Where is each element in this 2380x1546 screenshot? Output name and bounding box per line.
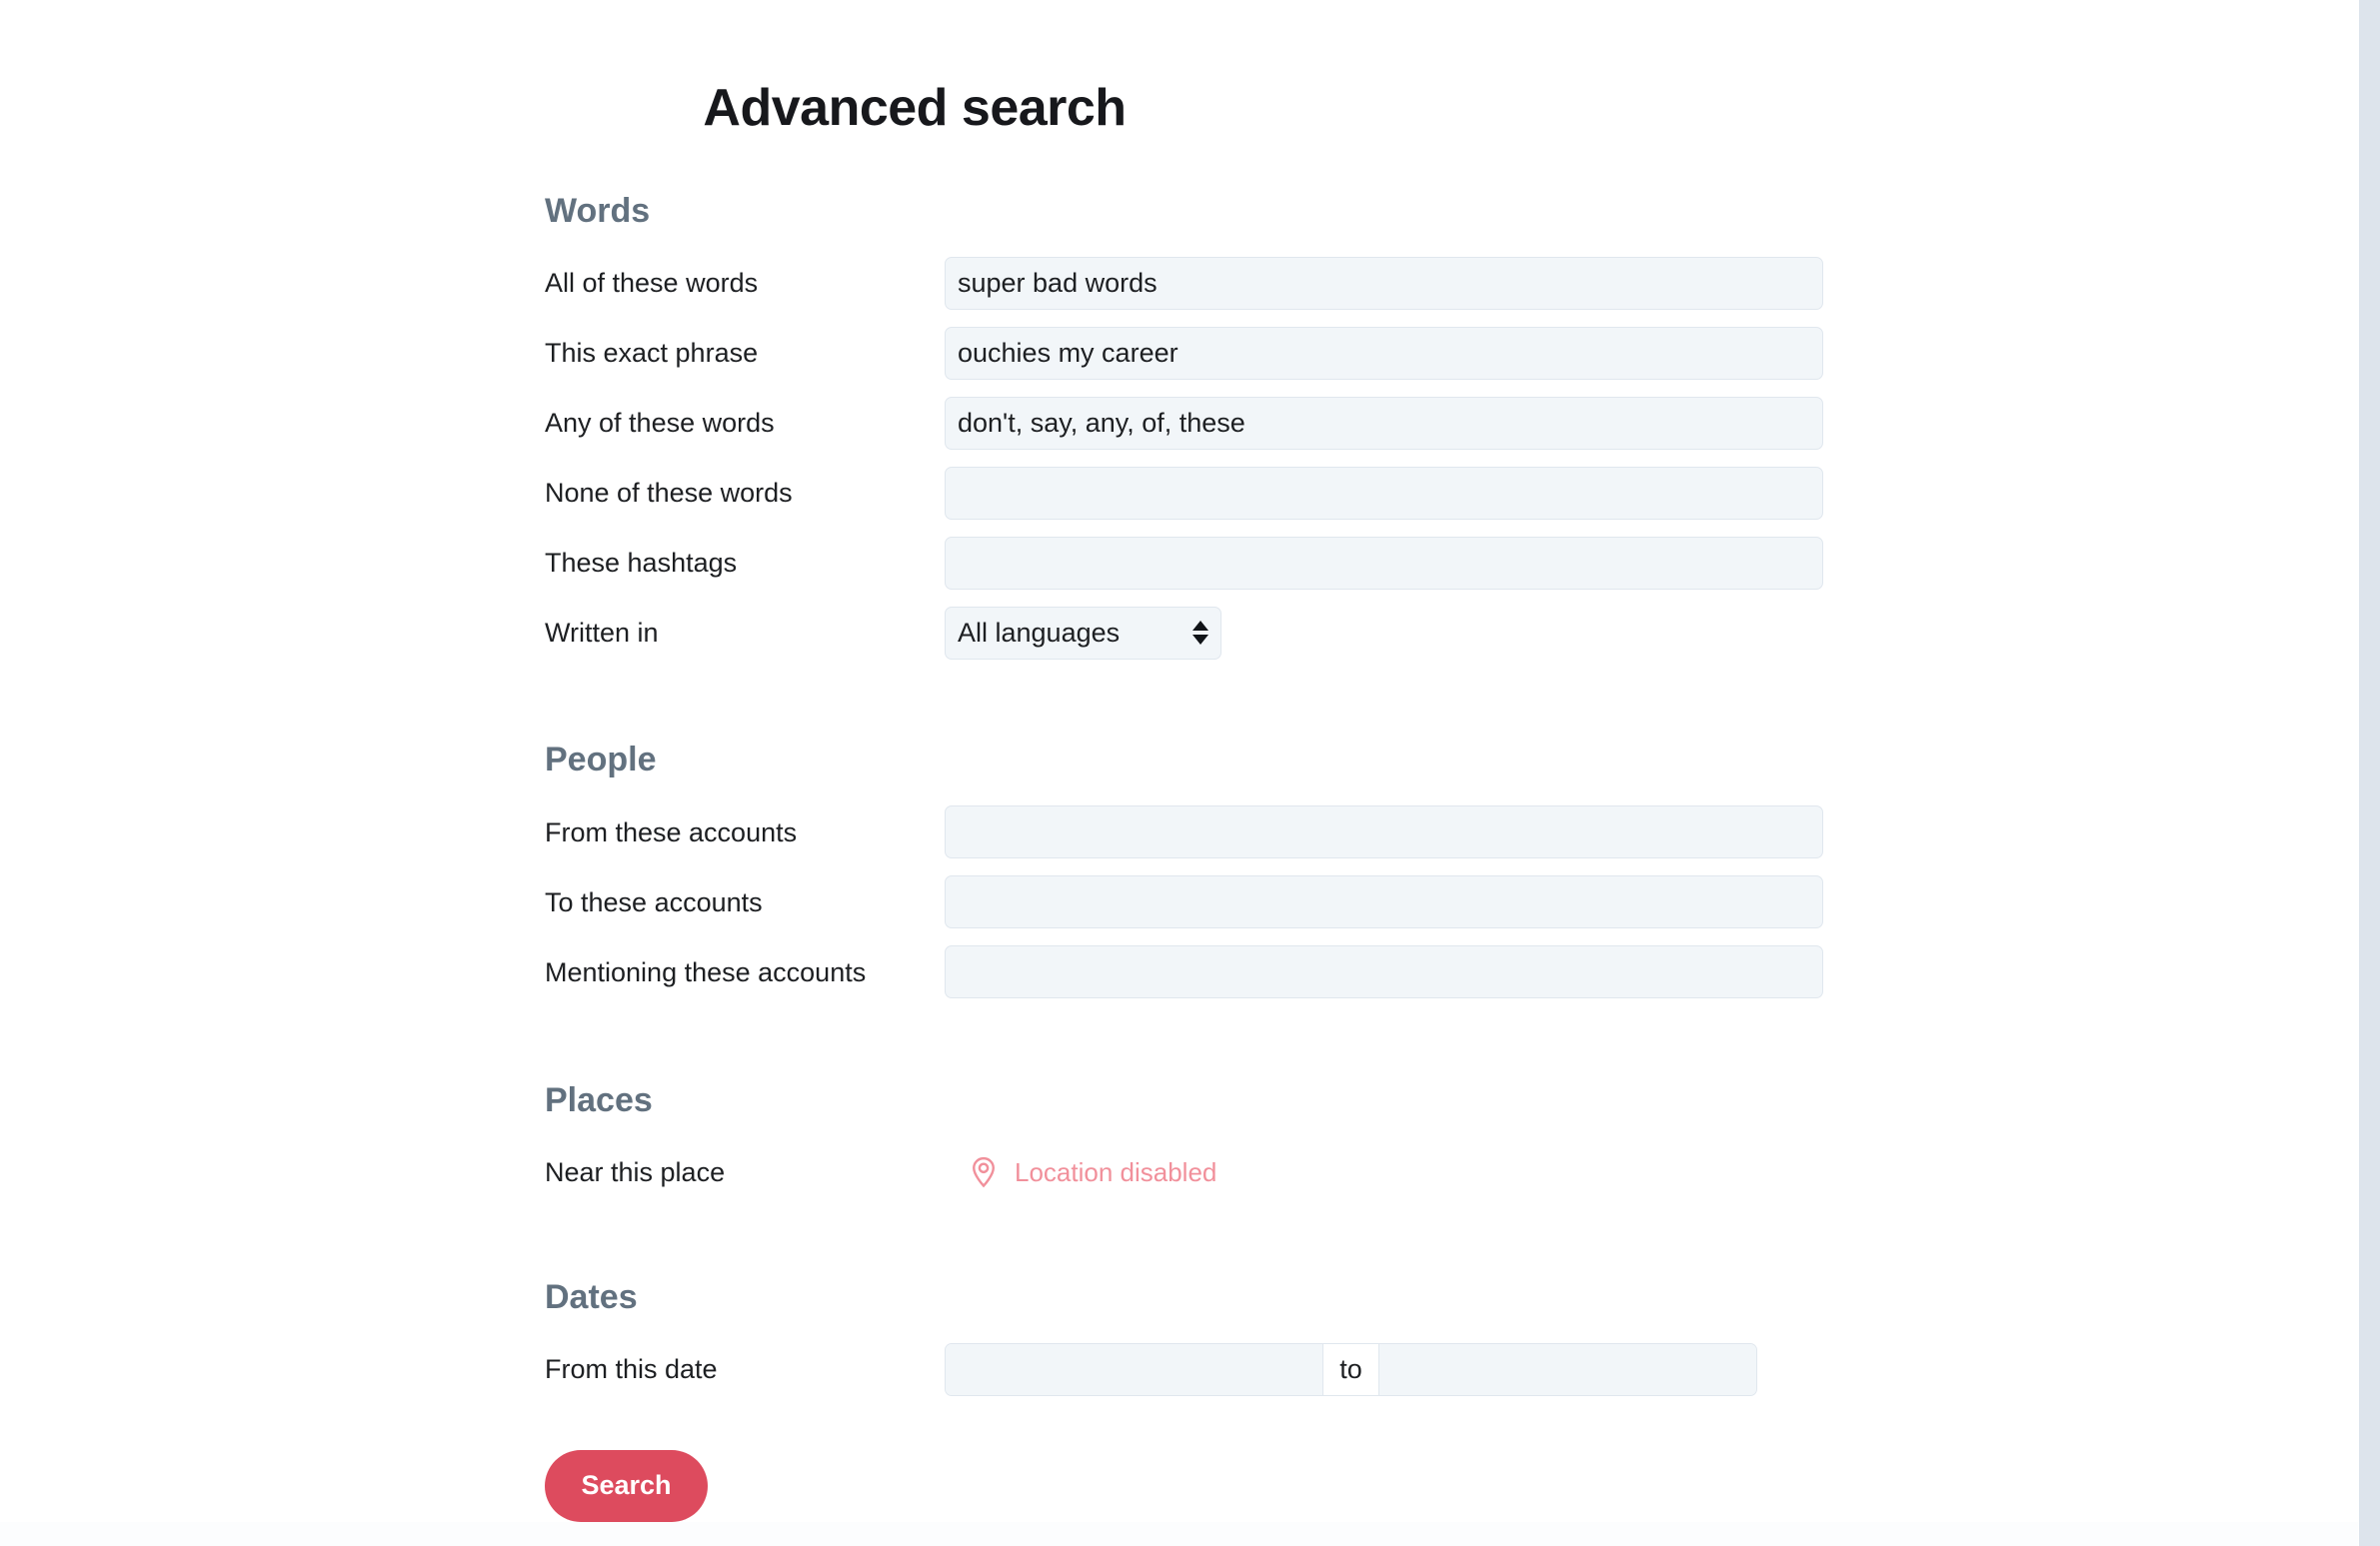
label-none-of-these-words: None of these words [545, 478, 793, 509]
language-select[interactable]: All languages [945, 606, 1221, 660]
label-from-these-accounts: From these accounts [545, 816, 798, 847]
app-viewport: Advanced search Words All of these words… [0, 0, 2380, 1546]
field-date-range: to [945, 1343, 1834, 1397]
row-none-of-these-words: None of these words [545, 458, 1834, 528]
section-heading-places: Places [545, 1080, 653, 1119]
field-none-of-these-words [945, 466, 1834, 520]
label-mentioning-these-accounts: Mentioning these accounts [545, 956, 867, 987]
label-all-of-these-words: All of these words [545, 268, 759, 299]
vertical-scrollbar[interactable] [2358, 0, 2380, 1546]
input-mentioning-these-accounts[interactable] [945, 945, 1823, 999]
field-near-this-place: Location disabled [945, 1155, 1834, 1189]
search-button[interactable]: Search [545, 1449, 708, 1522]
row-from-these-accounts: From these accounts [545, 797, 1834, 867]
label-near-this-place: Near this place [545, 1156, 726, 1187]
date-range-group: to [945, 1343, 1757, 1397]
location-status: Location disabled [945, 1155, 1216, 1189]
location-disabled-text: Location disabled [1015, 1157, 1217, 1188]
field-from-these-accounts [945, 805, 1834, 859]
label-these-hashtags: These hashtags [545, 548, 738, 579]
label-from-this-date: From this date [545, 1354, 718, 1385]
field-mentioning-these-accounts [945, 945, 1834, 999]
section-heading-words: Words [545, 192, 651, 230]
map-pin-icon [973, 1157, 995, 1188]
row-these-hashtags: These hashtags [545, 528, 1834, 598]
row-to-these-accounts: To these accounts [545, 867, 1834, 937]
date-range-separator: to [1322, 1344, 1379, 1396]
input-these-hashtags[interactable] [945, 536, 1823, 590]
label-any-of-these-words: Any of these words [545, 408, 775, 439]
field-these-hashtags [945, 536, 1834, 590]
row-from-this-date: From this date to [545, 1335, 1834, 1405]
input-none-of-these-words[interactable] [945, 466, 1823, 520]
advanced-search-form: Words All of these words This exact phra… [545, 180, 1834, 1522]
bottom-band [0, 1522, 2358, 1546]
section-heading-people: People [545, 741, 657, 779]
input-any-of-these-words[interactable] [945, 396, 1823, 450]
row-mentioning-these-accounts: Mentioning these accounts [545, 937, 1834, 1007]
label-written-in: Written in [545, 618, 659, 649]
row-all-of-these-words: All of these words [545, 248, 1834, 318]
section-heading-dates: Dates [545, 1278, 638, 1317]
input-from-these-accounts[interactable] [945, 805, 1823, 859]
row-written-in: Written in All languages [545, 598, 1834, 668]
field-to-these-accounts [945, 875, 1834, 929]
input-date-to[interactable] [1378, 1344, 1756, 1396]
input-to-these-accounts[interactable] [945, 875, 1823, 929]
input-date-from[interactable] [946, 1344, 1323, 1396]
label-to-these-accounts: To these accounts [545, 886, 763, 917]
page-title: Advanced search [703, 79, 1127, 137]
advanced-search-page: Advanced search Words All of these words… [0, 0, 2358, 1522]
field-any-of-these-words [945, 396, 1834, 450]
row-near-this-place: Near this place Location disabled [545, 1137, 1834, 1207]
row-any-of-these-words: Any of these words [545, 388, 1834, 458]
row-this-exact-phrase: This exact phrase [545, 318, 1834, 388]
label-this-exact-phrase: This exact phrase [545, 338, 759, 369]
field-written-in: All languages [945, 606, 1834, 660]
field-all-of-these-words [945, 256, 1834, 310]
input-this-exact-phrase[interactable] [945, 326, 1823, 380]
input-all-of-these-words[interactable] [945, 256, 1823, 310]
field-this-exact-phrase [945, 326, 1834, 380]
language-select-wrapper: All languages [945, 606, 1221, 660]
